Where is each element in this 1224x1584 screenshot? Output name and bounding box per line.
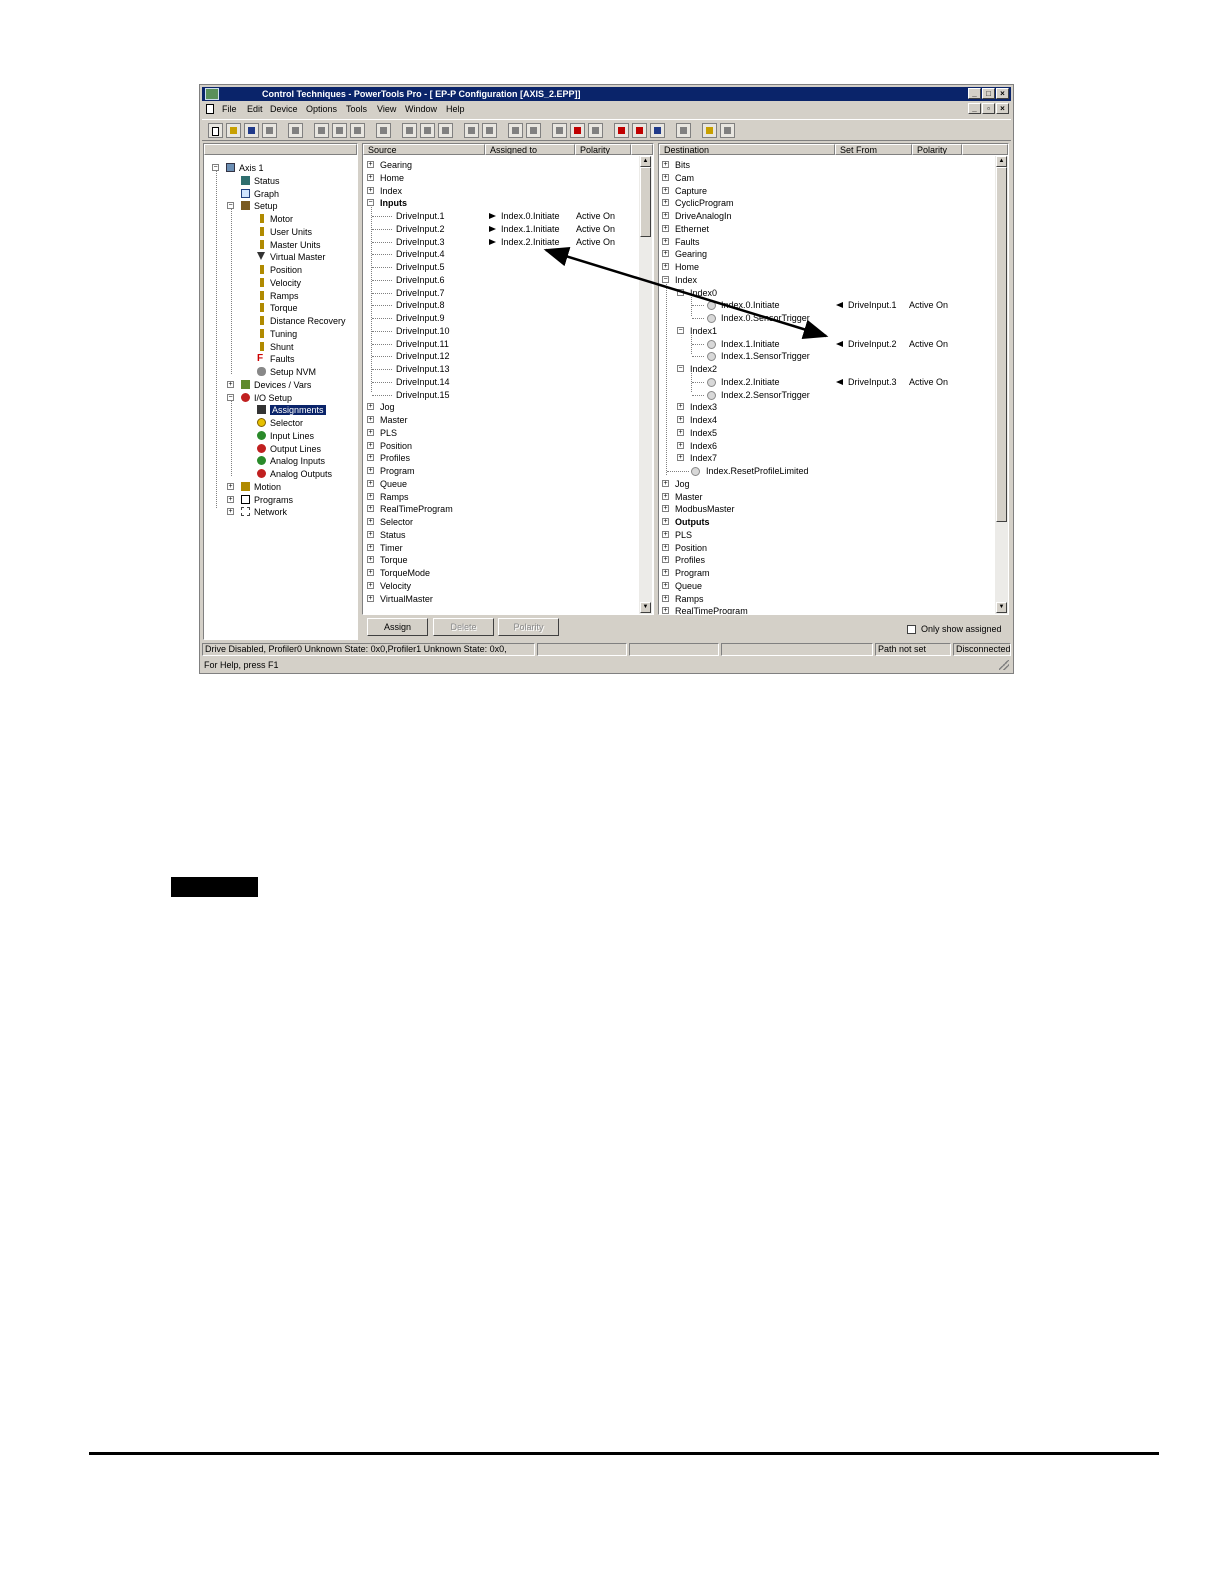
note-label-box [171,877,258,897]
annotation-arrow [543,247,829,339]
footer-rule [89,1452,1159,1455]
arrow-line [543,247,829,339]
